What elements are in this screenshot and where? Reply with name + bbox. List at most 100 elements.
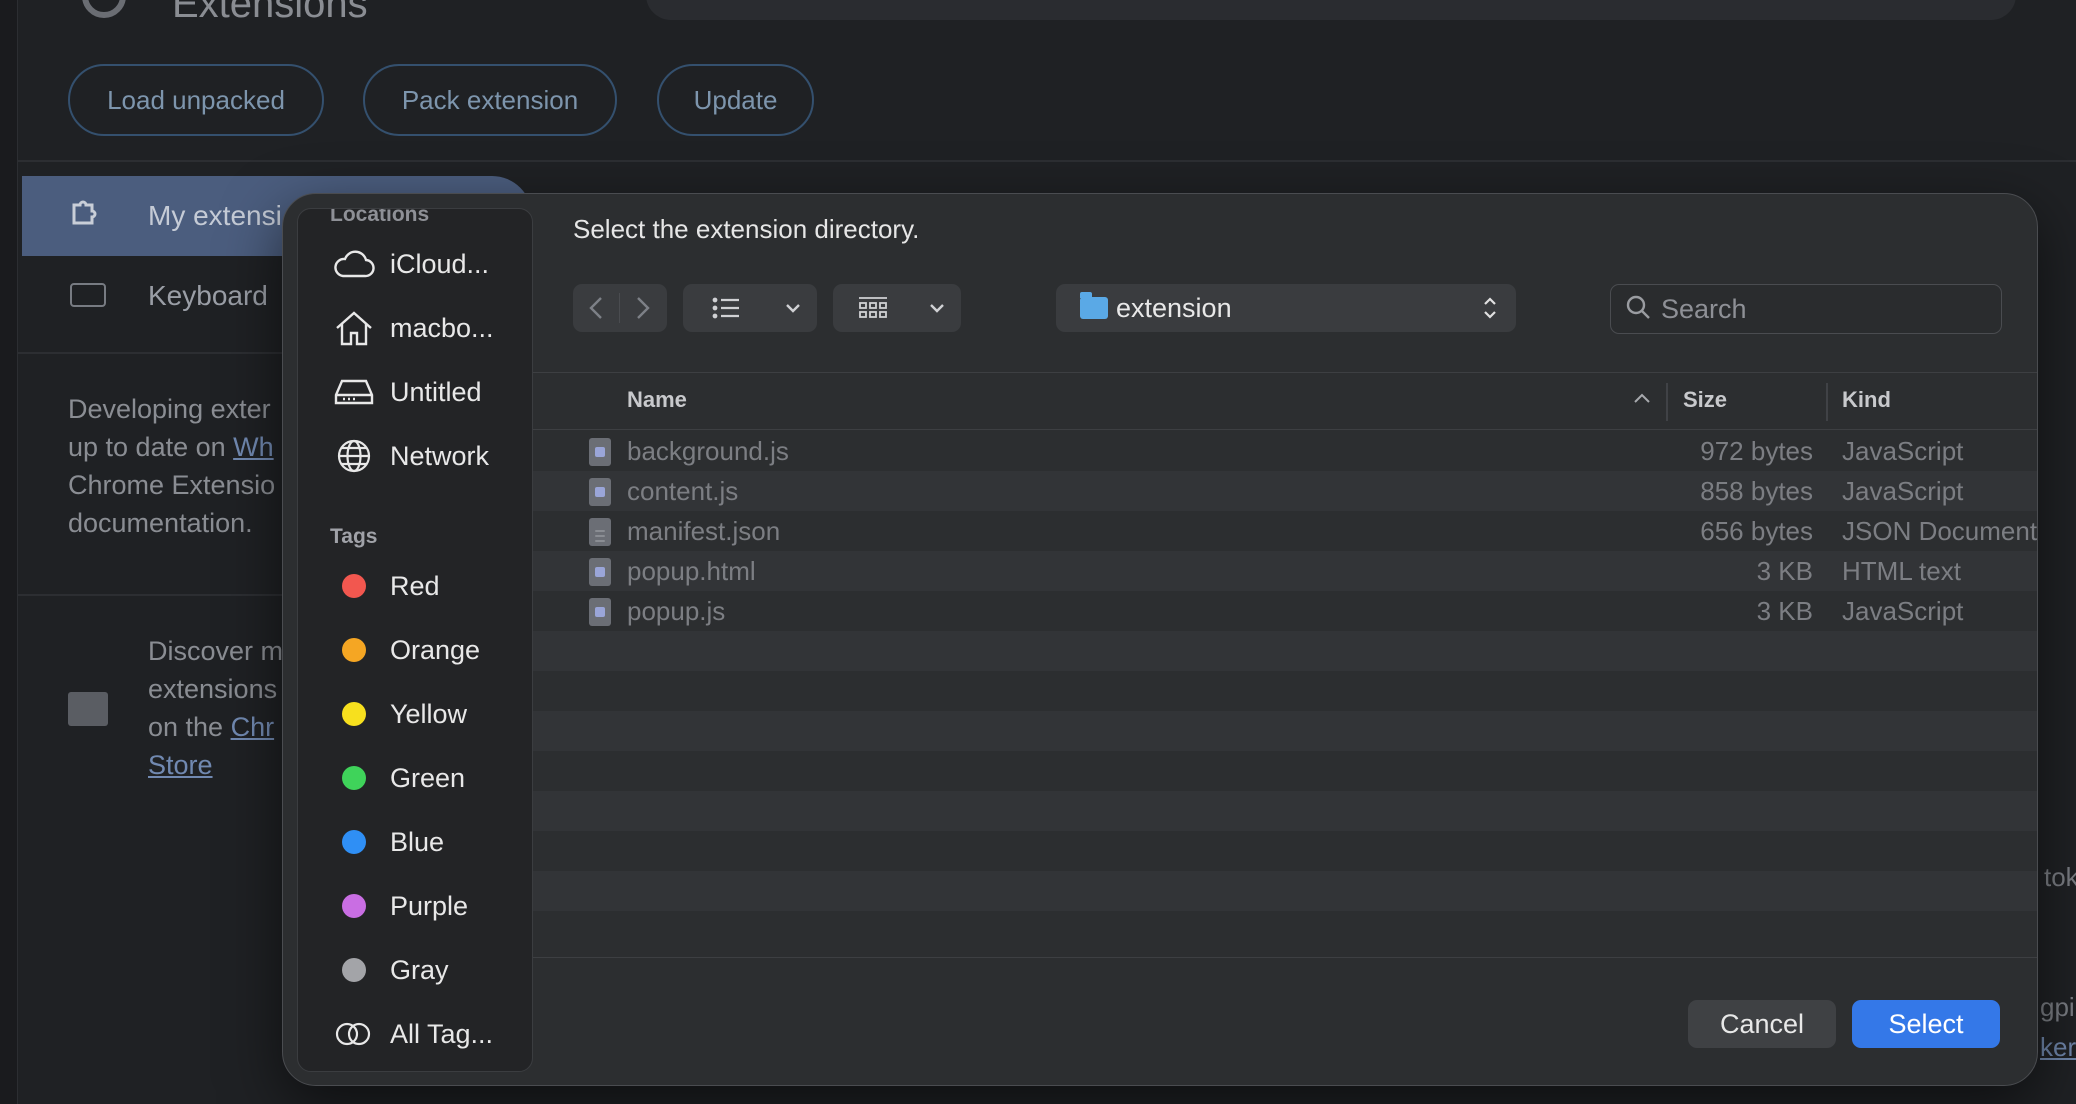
empty-row <box>533 791 2037 831</box>
red-tag-dot-icon <box>342 574 366 598</box>
discover-text-line: Discover m <box>148 636 284 666</box>
column-header-name[interactable]: Name <box>627 387 687 413</box>
sidebar-tag-red[interactable]: Red <box>332 561 532 611</box>
current-folder-name: extension <box>1116 292 1232 323</box>
file-list-header: Name Size Kind <box>533 372 2037 430</box>
dialog-prompt: Select the extension directory. <box>573 214 920 244</box>
sidebar-tag-purple[interactable]: Purple <box>332 881 532 931</box>
sidebar-item-network[interactable]: Network <box>332 431 532 481</box>
developing-text-line: Developing exter <box>68 394 271 424</box>
window-edge <box>0 0 18 1104</box>
sidebar-item-icloud[interactable]: iCloud... <box>332 239 532 289</box>
load-unpacked-button[interactable]: Load unpacked <box>68 64 324 136</box>
blue-tag-dot-icon <box>342 830 366 854</box>
orange-tag-dot-icon <box>342 638 366 662</box>
sidebar-item-untitled-drive[interactable]: Untitled <box>332 367 532 417</box>
forward-button[interactable] <box>620 284 666 332</box>
empty-row <box>533 871 2037 911</box>
file-row[interactable]: popup.html 3 KB HTML text <box>533 551 2037 591</box>
pack-extension-button[interactable]: Pack extension <box>363 64 617 136</box>
background-text-fragment: tok <box>2044 862 2076 892</box>
js-file-icon <box>589 438 611 466</box>
file-list: background.js 972 bytes JavaScript conte… <box>533 431 2037 951</box>
sidebar-tag-yellow[interactable]: Yellow <box>332 689 532 739</box>
update-button[interactable]: Update <box>657 64 814 136</box>
sidebar-item-macbook[interactable]: macbo... <box>332 303 532 353</box>
empty-row <box>533 631 2037 671</box>
page-header: Extensions <box>18 0 2076 26</box>
chevron-down-icon <box>913 284 961 332</box>
empty-row <box>533 671 2037 711</box>
dialog-sidebar: Locations iCloud... macbo... Untitled Ne… <box>297 208 533 1072</box>
purple-tag-dot-icon <box>342 894 366 918</box>
file-row[interactable]: background.js 972 bytes JavaScript <box>533 431 2037 471</box>
json-file-icon <box>589 518 611 546</box>
file-chooser-dialog: Locations iCloud... macbo... Untitled Ne… <box>282 193 2038 1086</box>
chrome-logo-icon <box>82 0 126 18</box>
background-text-fragment: gpil <box>2040 992 2076 1022</box>
location-popup[interactable]: extension <box>1056 284 1516 332</box>
back-button[interactable] <box>573 284 619 332</box>
sort-ascending-icon <box>1633 391 1651 409</box>
background-link-fragment[interactable]: ker <box>2040 1032 2076 1063</box>
whats-new-link[interactable]: Wh <box>233 432 274 462</box>
search-icon <box>1625 294 1651 325</box>
web-store-icon <box>68 692 108 726</box>
developing-text-line: up to date on Wh <box>68 432 274 462</box>
html-file-icon <box>589 558 611 586</box>
developing-text-line: documentation. <box>68 508 253 538</box>
group-by-button[interactable] <box>833 284 961 332</box>
yellow-tag-dot-icon <box>342 702 366 726</box>
select-button[interactable]: Select <box>1852 1000 2000 1048</box>
back-forward-group <box>573 284 667 332</box>
search-field[interactable]: Search <box>1610 284 2002 334</box>
puzzle-icon <box>68 196 104 240</box>
column-separator[interactable] <box>1666 383 1668 421</box>
updown-chevron-icon <box>1482 294 1498 322</box>
keyboard-icon <box>70 283 106 307</box>
sidebar-tag-green[interactable]: Green <box>332 753 532 803</box>
web-store-link[interactable]: Chr <box>231 712 275 742</box>
view-mode-list-button[interactable] <box>683 284 817 332</box>
green-tag-dot-icon <box>342 766 366 790</box>
sidebar-tag-gray[interactable]: Gray <box>332 945 532 995</box>
grid-icon <box>833 284 913 332</box>
file-row[interactable]: manifest.json 656 bytes JSON Document <box>533 511 2037 551</box>
web-store-link[interactable]: Store <box>148 746 213 784</box>
file-row[interactable]: popup.js 3 KB JavaScript <box>533 591 2037 631</box>
folder-icon <box>1080 292 1108 319</box>
extensions-search-bar[interactable] <box>646 0 2016 20</box>
discover-text-line: extensions <box>148 674 278 704</box>
file-row[interactable]: content.js 858 bytes JavaScript <box>533 471 2037 511</box>
chevron-down-icon <box>769 284 817 332</box>
sidebar-tag-orange[interactable]: Orange <box>332 625 532 675</box>
footer-divider <box>533 957 2037 958</box>
toolbar-divider <box>18 160 2076 162</box>
column-header-kind[interactable]: Kind <box>1842 387 1891 413</box>
page-title: Extensions <box>172 0 368 26</box>
cloud-icon <box>332 244 376 284</box>
locations-heading: Locations <box>330 208 430 226</box>
cancel-button[interactable]: Cancel <box>1688 1000 1836 1048</box>
gray-tag-dot-icon <box>342 958 366 982</box>
empty-row <box>533 831 2037 871</box>
column-header-size[interactable]: Size <box>1683 387 1727 413</box>
discover-text-line: on the Chr <box>148 712 275 742</box>
sidebar-item-label: My extensi <box>148 200 282 231</box>
search-placeholder: Search <box>1661 293 1747 324</box>
empty-row <box>533 911 2037 951</box>
empty-row <box>533 751 2037 791</box>
globe-icon <box>332 436 376 476</box>
js-file-icon <box>589 478 611 506</box>
js-file-icon <box>589 598 611 626</box>
tags-heading: Tags <box>330 525 378 548</box>
sidebar-item-keyboard-shortcuts[interactable]: Keyboard <box>148 280 268 312</box>
developing-text-line: Chrome Extensio <box>68 470 276 500</box>
list-view-icon <box>683 284 769 332</box>
home-icon <box>332 308 376 348</box>
column-separator[interactable] <box>1826 383 1828 421</box>
empty-row <box>533 711 2037 751</box>
sidebar-all-tags[interactable]: All Tag... <box>332 1009 532 1059</box>
all-tags-icon <box>332 1014 376 1054</box>
sidebar-tag-blue[interactable]: Blue <box>332 817 532 867</box>
